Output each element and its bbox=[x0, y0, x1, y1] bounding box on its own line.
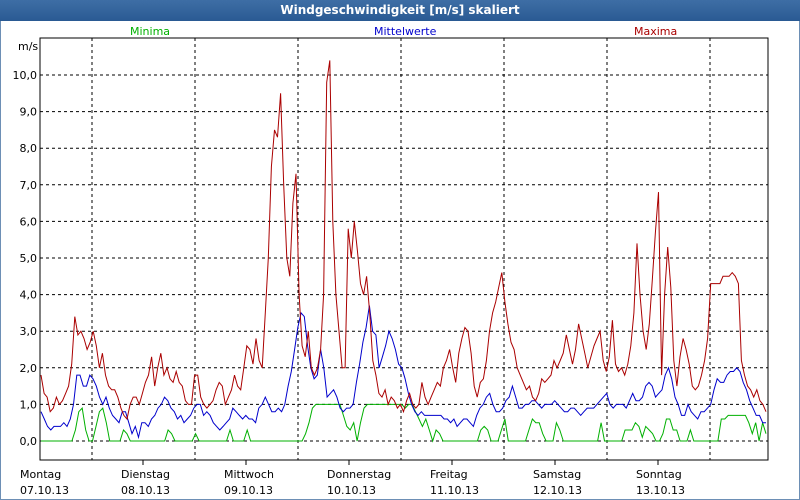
x-tick-day-name: Dienstag bbox=[121, 468, 170, 481]
wind-speed-chart: 0,0 1,0 2,0 3,0 4,0 5,0 6,0 7,0 8,0 9,0 10,0 Montag… bbox=[13, 37, 769, 497]
x-tick-day-name: Donnerstag bbox=[327, 468, 391, 481]
y-tick-label: 8,0 bbox=[20, 142, 38, 155]
x-tick-date: 11.10.13 bbox=[430, 484, 479, 497]
x-tick-date: 08.10.13 bbox=[121, 484, 170, 497]
y-tick-label: 9,0 bbox=[20, 106, 38, 119]
x-tick-day-name: Sonntag bbox=[636, 468, 682, 481]
x-tick-date: 09.10.13 bbox=[224, 484, 273, 497]
series-line-maxima bbox=[40, 60, 767, 421]
x-tick-day-name: Montag bbox=[20, 468, 61, 481]
x-tick-date: 13.10.13 bbox=[636, 484, 685, 497]
y-tick-label: 6,0 bbox=[20, 215, 38, 228]
y-tick-label: 1,0 bbox=[20, 398, 38, 411]
y-tick-label: 7,0 bbox=[20, 179, 38, 192]
x-tick-day-name: Freitag bbox=[430, 468, 468, 481]
series-line-mittelwerte bbox=[40, 305, 766, 440]
plot-area bbox=[39, 37, 769, 461]
x-tick-date: 10.10.13 bbox=[327, 484, 376, 497]
y-tick-label: 10,0 bbox=[13, 69, 38, 82]
x-tick-day-name: Mittwoch bbox=[224, 468, 274, 481]
y-tick-label: 4,0 bbox=[20, 289, 38, 302]
y-tick-label: 3,0 bbox=[20, 325, 38, 338]
y-tick-label: 0,0 bbox=[20, 435, 38, 448]
y-tick-label: 5,0 bbox=[20, 252, 38, 265]
x-tick-day-name: Samstag bbox=[533, 468, 581, 481]
x-tick-date: 07.10.13 bbox=[20, 484, 69, 497]
y-tick-label: 2,0 bbox=[20, 362, 38, 375]
x-tick-date: 12.10.13 bbox=[533, 484, 582, 497]
